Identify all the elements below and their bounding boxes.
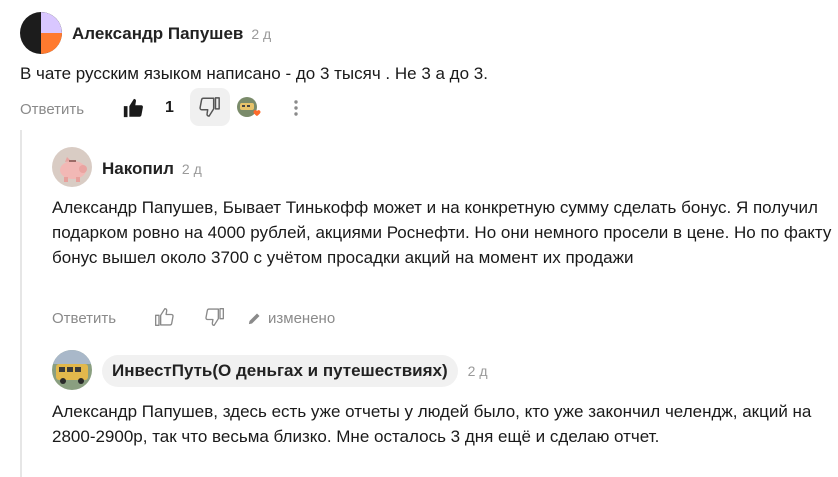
avatar-papushev[interactable] — [20, 12, 62, 54]
dislike-button[interactable] — [190, 88, 230, 126]
like-button[interactable] — [150, 303, 178, 331]
thumbs-down-outline-icon — [205, 308, 224, 326]
reply-button[interactable]: Ответить — [20, 101, 84, 118]
edited-label: изменено — [268, 309, 336, 327]
like-count: 1 — [165, 99, 174, 116]
comment-author[interactable]: Александр Папушев — [72, 24, 243, 44]
reaction-avatar[interactable] — [236, 96, 262, 120]
comment-author[interactable]: ИнвестПуть(О деньгах и путешествиях) — [102, 355, 458, 387]
reaction-heart-avatar-icon — [237, 97, 261, 117]
thumbs-down-outline-icon — [199, 97, 220, 117]
comment-time: 2 д — [467, 363, 488, 379]
comment-text: Александр Папушев, здесь есть уже отчеты… — [52, 402, 812, 446]
avatar-investput[interactable] — [52, 350, 92, 390]
more-options-button[interactable] — [284, 96, 308, 120]
thumbs-up-filled-icon — [123, 98, 143, 118]
comment-text: Александр Папушев, Бывает Тинькофф может… — [52, 198, 832, 267]
bus-avatar-icon — [52, 350, 92, 390]
more-vertical-icon — [294, 100, 298, 116]
like-button[interactable] — [118, 93, 148, 123]
pencil-icon — [248, 313, 260, 324]
thread-line — [20, 130, 22, 477]
piggy-bank-avatar-icon — [52, 147, 92, 187]
comment-author[interactable]: Накопил — [102, 159, 174, 179]
avatar-nakopil[interactable] — [52, 147, 92, 187]
comment-text: В чате русским языком написано - до 3 ты… — [20, 64, 488, 83]
comment-time: 2 д — [181, 161, 202, 177]
reply-button[interactable]: Ответить — [52, 310, 116, 327]
comment-time: 2 д — [251, 26, 272, 42]
dislike-button[interactable] — [201, 303, 229, 331]
thumbs-up-outline-icon — [155, 308, 174, 326]
half-moon-orange-avatar-icon — [20, 12, 62, 54]
